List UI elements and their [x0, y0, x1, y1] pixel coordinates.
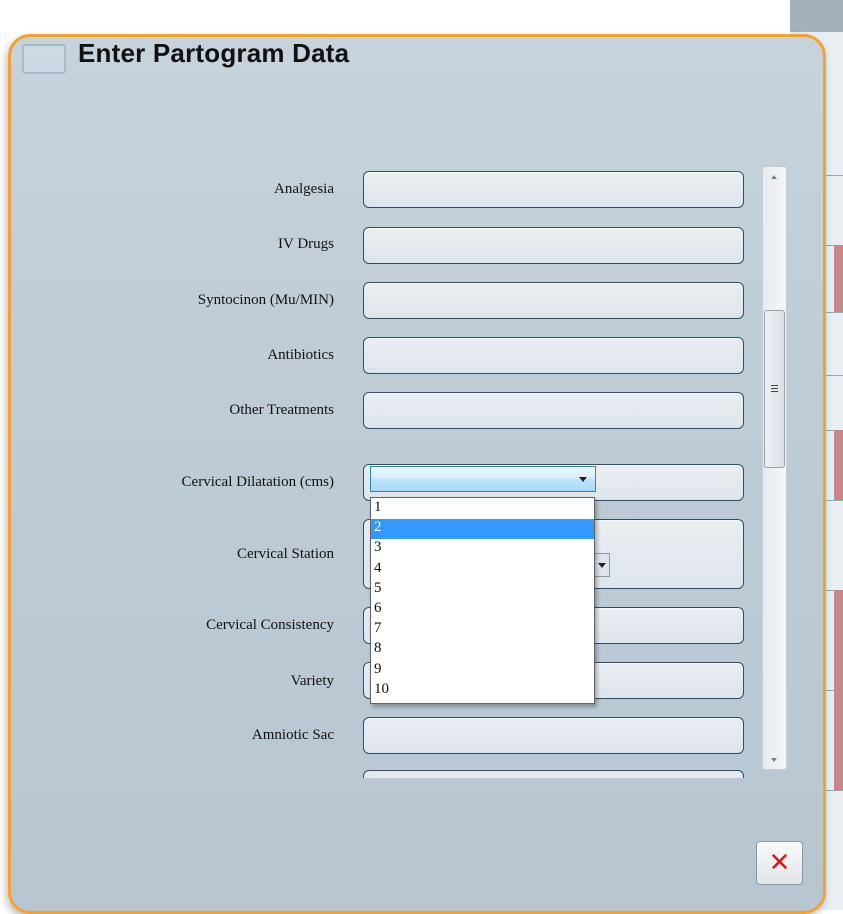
dropdown-option[interactable]: 10: [371, 681, 594, 701]
analgesia-field[interactable]: [363, 171, 744, 208]
vertical-scrollbar[interactable]: [762, 166, 787, 770]
window-icon: [22, 44, 66, 74]
dropdown-option[interactable]: 8: [371, 640, 594, 660]
background-cell: [834, 245, 843, 312]
cervical-dilatation-dropdown-list: 1 2 3 4 5 6 7 8 9 10: [370, 497, 595, 704]
dropdown-option[interactable]: 1: [371, 499, 594, 519]
dialog-title: Enter Partogram Data: [78, 38, 350, 68]
label-iv-drugs: IV Drugs: [278, 236, 334, 252]
scroll-up-arrow-icon[interactable]: [771, 175, 777, 179]
antibiotics-field[interactable]: [363, 337, 744, 374]
cervical-dilatation-combobox[interactable]: [370, 466, 596, 492]
label-cervical-station: Cervical Station: [236, 546, 334, 562]
background-cell: [834, 430, 843, 500]
background-header: [790, 0, 843, 32]
label-other-treatments: Other Treatments: [229, 402, 334, 418]
background-cell: [834, 590, 843, 690]
chevron-down-icon: [598, 563, 606, 568]
dropdown-option[interactable]: 7: [371, 620, 594, 640]
label-cervical-dilatation: Cervical Dilatation (cms): [181, 474, 334, 490]
label-analgesia: Analgesia: [274, 181, 334, 197]
dropdown-option[interactable]: 9: [371, 661, 594, 681]
dropdown-option-selected[interactable]: 2: [371, 519, 594, 540]
close-button[interactable]: ✕: [756, 841, 803, 885]
other-treatments-field[interactable]: [363, 392, 744, 429]
amniotic-sac-field[interactable]: [363, 717, 744, 754]
scrollbar-thumb[interactable]: [764, 310, 785, 468]
label-variety: Variety: [290, 673, 334, 689]
dropdown-option[interactable]: 5: [371, 580, 594, 600]
label-amniotic-sac: Amniotic Sac: [251, 727, 334, 743]
scroll-down-arrow-icon[interactable]: [771, 758, 777, 762]
dropdown-option[interactable]: 6: [371, 600, 594, 620]
cervical-station-dropdown-button[interactable]: [594, 553, 610, 577]
syntocinon-field[interactable]: [363, 282, 744, 319]
background-cell: [834, 690, 843, 790]
iv-drugs-field[interactable]: [363, 227, 744, 264]
close-icon: ✕: [768, 848, 791, 878]
dropdown-option[interactable]: 4: [371, 560, 594, 580]
next-field-partial[interactable]: [363, 770, 744, 778]
chevron-down-icon: [579, 477, 587, 482]
label-syntocinon: Syntocinon (Mu/MIN): [197, 292, 334, 308]
dropdown-option[interactable]: 3: [371, 539, 594, 559]
grip-icon: [771, 385, 778, 394]
label-cervical-consistency: Cervical Consistency: [206, 617, 334, 633]
label-antibiotics: Antibiotics: [267, 347, 334, 363]
